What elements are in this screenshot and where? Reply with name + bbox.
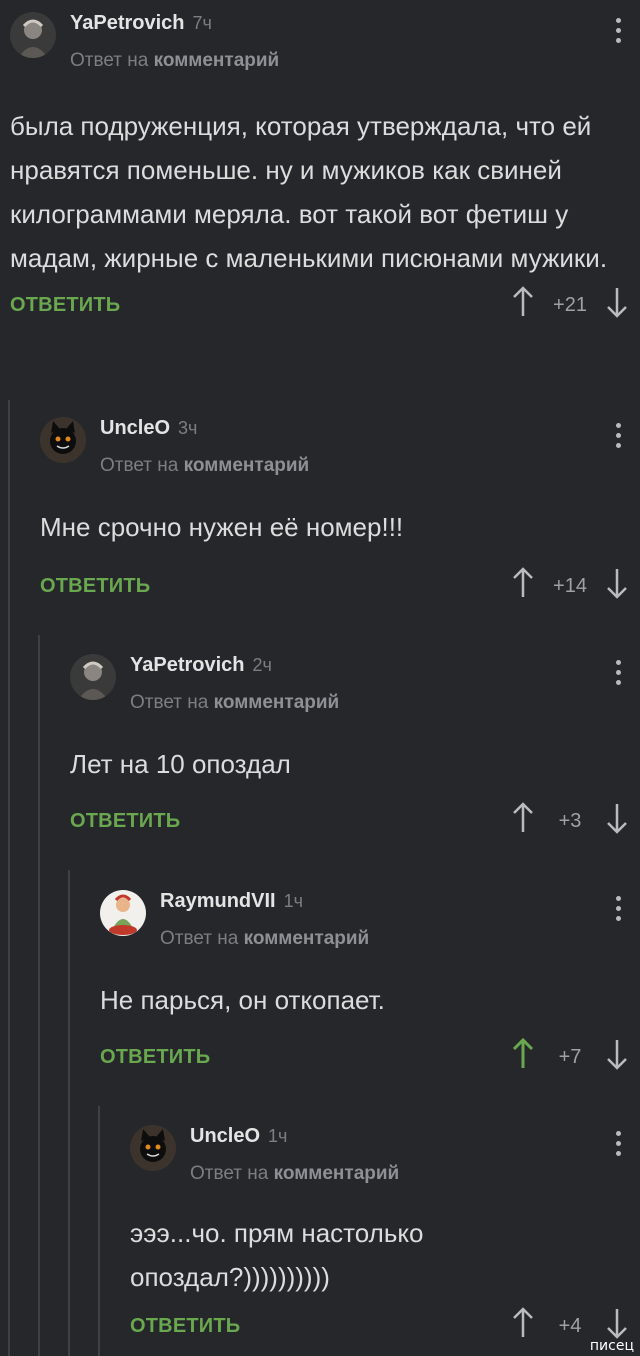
comment-actions: ОТВЕТИТЬ +14 bbox=[40, 567, 640, 607]
reply-to-link[interactable]: комментарий bbox=[274, 1163, 400, 1184]
more-options-icon[interactable] bbox=[616, 423, 622, 453]
cartoon-character-avatar-icon[interactable] bbox=[100, 890, 146, 936]
downvote-arrow-icon[interactable] bbox=[606, 802, 628, 834]
reply-to-line: Ответ на комментарий bbox=[190, 1163, 399, 1185]
reply-to-prefix: Ответ на bbox=[130, 692, 209, 713]
upvote-arrow-icon[interactable] bbox=[512, 802, 534, 834]
comment-header: YaPetrovich 7ч Ответ на комментарий bbox=[10, 10, 640, 72]
author-line: UncleO 1ч bbox=[190, 1125, 287, 1148]
comment-time: 3ч bbox=[178, 418, 198, 438]
downvote-arrow-icon[interactable] bbox=[606, 567, 628, 599]
author-line: UncleO 3ч bbox=[100, 417, 197, 440]
comment: YaPetrovich 7ч Ответ на комментарий была … bbox=[10, 10, 640, 326]
reply-to-line: Ответ на комментарий bbox=[130, 692, 339, 714]
downvote-arrow-icon[interactable] bbox=[606, 286, 628, 318]
comment-header: RaymundVII 1ч Ответ на комментарий bbox=[100, 888, 640, 950]
comment-header: UncleO 3ч Ответ на комментарий bbox=[40, 415, 640, 477]
comment-actions: ОТВЕТИТЬ +7 bbox=[100, 1038, 640, 1078]
author-name[interactable]: RaymundVII bbox=[160, 890, 276, 912]
upvote-arrow-icon[interactable] bbox=[512, 1307, 534, 1339]
upvote-arrow-icon[interactable] bbox=[512, 567, 534, 599]
reply-to-prefix: Ответ на bbox=[100, 455, 179, 476]
comment-header: UncleO 1ч Ответ на комментарий bbox=[130, 1123, 640, 1185]
person-photo-avatar-icon[interactable] bbox=[10, 12, 56, 58]
more-options-icon[interactable] bbox=[616, 1131, 622, 1161]
reply-to-link[interactable]: комментарий bbox=[154, 50, 280, 71]
thread-line-level-2 bbox=[38, 635, 40, 1356]
thread-line-level-1 bbox=[8, 400, 10, 1356]
comment-time: 2ч bbox=[252, 655, 272, 675]
author-name[interactable]: YaPetrovich bbox=[130, 654, 245, 676]
rating-count: +21 bbox=[553, 294, 587, 316]
reply-to-link[interactable]: комментарий bbox=[214, 692, 340, 713]
comment-text: Не парься, он откопает. bbox=[100, 985, 385, 1015]
watermark: писец bbox=[589, 1338, 634, 1354]
reply-to-prefix: Ответ на bbox=[160, 928, 239, 949]
black-cat-avatar-icon[interactable] bbox=[130, 1125, 176, 1171]
rating-count: +7 bbox=[558, 1046, 582, 1068]
person-photo-avatar-icon[interactable] bbox=[70, 654, 116, 700]
comment-actions: ОТВЕТИТЬ +21 bbox=[10, 286, 640, 326]
comment-actions: ОТВЕТИТЬ +3 bbox=[70, 802, 640, 842]
reply-button[interactable]: ОТВЕТИТЬ bbox=[10, 294, 120, 317]
comment: YaPetrovich 2ч Ответ на комментарий Лет н… bbox=[70, 652, 640, 842]
comment-time: 7ч bbox=[192, 13, 212, 33]
reply-to-prefix: Ответ на bbox=[190, 1163, 269, 1184]
comment-text: Мне срочно нужен её номер!!! bbox=[40, 512, 404, 542]
author-name[interactable]: YaPetrovich bbox=[70, 12, 185, 34]
downvote-arrow-icon[interactable] bbox=[606, 1307, 628, 1339]
comment: RaymundVII 1ч Ответ на комментарий Не пар… bbox=[100, 888, 640, 1078]
more-options-icon[interactable] bbox=[616, 18, 622, 48]
reply-to-line: Ответ на комментарий bbox=[160, 928, 369, 950]
comment-time: 1ч bbox=[283, 891, 303, 911]
rating-count: +3 bbox=[558, 810, 582, 832]
more-options-icon[interactable] bbox=[616, 660, 622, 690]
reply-to-link[interactable]: комментарий bbox=[184, 455, 310, 476]
reply-button[interactable]: ОТВЕТИТЬ bbox=[40, 575, 150, 598]
reply-button[interactable]: ОТВЕТИТЬ bbox=[70, 810, 180, 833]
upvote-arrow-icon[interactable] bbox=[512, 1038, 534, 1070]
comment-time: 1ч bbox=[268, 1126, 288, 1146]
author-name[interactable]: UncleO bbox=[190, 1125, 260, 1147]
downvote-arrow-icon[interactable] bbox=[606, 1038, 628, 1070]
reply-to-line: Ответ на комментарий bbox=[100, 455, 309, 477]
reply-to-line: Ответ на комментарий bbox=[70, 50, 279, 72]
rating-count: +4 bbox=[558, 1315, 582, 1337]
black-cat-avatar-icon[interactable] bbox=[40, 417, 86, 463]
author-line: RaymundVII 1ч bbox=[160, 890, 303, 913]
thread-line-level-4 bbox=[98, 1106, 100, 1356]
thread-line-level-3 bbox=[68, 870, 70, 1356]
comment: UncleO 3ч Ответ на комментарий Мне срочно… bbox=[40, 415, 640, 607]
comment-actions: ОТВЕТИТЬ +4 bbox=[130, 1307, 640, 1347]
comment: UncleO 1ч Ответ на комментарий эээ...чо. … bbox=[130, 1123, 640, 1347]
reply-to-prefix: Ответ на bbox=[70, 50, 149, 71]
reply-to-link[interactable]: комментарий bbox=[244, 928, 370, 949]
author-line: YaPetrovich 2ч bbox=[130, 654, 272, 677]
author-name[interactable]: UncleO bbox=[100, 417, 170, 439]
author-line: YaPetrovich 7ч bbox=[70, 12, 212, 35]
reply-button[interactable]: ОТВЕТИТЬ bbox=[130, 1315, 240, 1338]
comment-text: Лет на 10 опоздал bbox=[70, 749, 291, 779]
rating-count: +14 bbox=[553, 575, 587, 597]
more-options-icon[interactable] bbox=[616, 896, 622, 926]
comment-header: YaPetrovich 2ч Ответ на комментарий bbox=[70, 652, 640, 714]
comment-text: эээ...чо. прям настолько опоздал?)))))))… bbox=[130, 1218, 424, 1292]
upvote-arrow-icon[interactable] bbox=[512, 286, 534, 318]
reply-button[interactable]: ОТВЕТИТЬ bbox=[100, 1046, 210, 1069]
comment-text: была подруженция, которая утверждала, чт… bbox=[10, 111, 608, 273]
